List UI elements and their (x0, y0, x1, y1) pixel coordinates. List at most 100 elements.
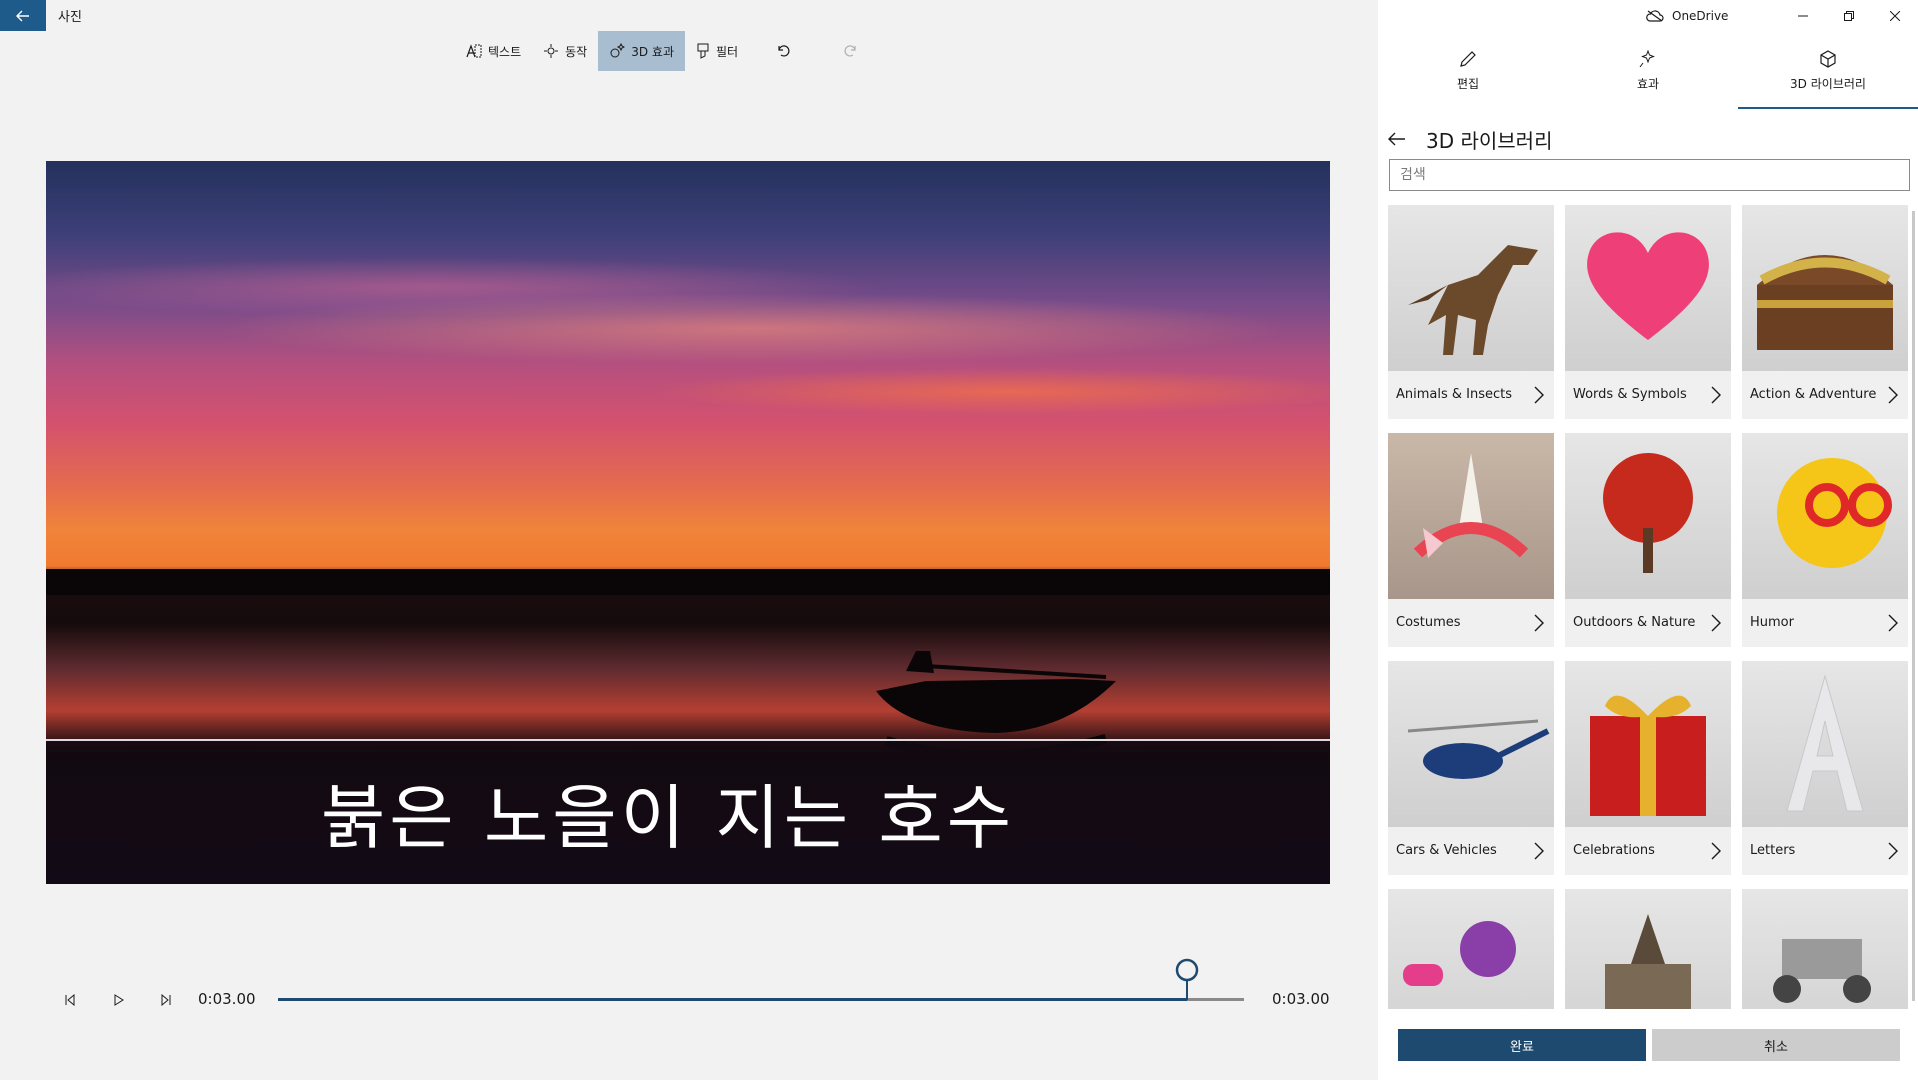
chevron-right-icon (1534, 614, 1544, 632)
category-thumbnail (1565, 889, 1731, 1009)
filter-tool-button[interactable]: 필터 (685, 31, 749, 71)
title-bar-right: OneDrive (1378, 0, 1918, 31)
text-tool-label: 텍스트 (488, 44, 522, 59)
play-button[interactable] (106, 988, 130, 1012)
cloud-off-icon (1646, 9, 1664, 22)
back-arrow-icon[interactable] (1388, 132, 1406, 146)
panel-scrollbar[interactable] (1912, 211, 1915, 1001)
category-card-animals[interactable]: Animals & Insects (1388, 205, 1554, 419)
redo-button[interactable] (817, 31, 885, 71)
text-tool-button[interactable]: 텍스트 (455, 31, 532, 71)
category-thumbnail (1742, 889, 1908, 1009)
tab-edit-label: 편집 (1456, 76, 1480, 91)
category-card-outdoors[interactable]: Outdoors & Nature (1565, 433, 1731, 647)
category-thumbnail (1565, 433, 1731, 599)
category-label: Celebrations (1573, 843, 1655, 858)
chevron-right-icon (1711, 386, 1721, 404)
panel-actions: 완료 취소 (1398, 1029, 1908, 1061)
category-label: Cars & Vehicles (1396, 843, 1497, 858)
filter-icon (697, 43, 709, 59)
done-button[interactable]: 완료 (1398, 1029, 1646, 1061)
category-label: Action & Adventure (1750, 387, 1877, 402)
chevron-right-icon (1888, 614, 1898, 632)
heart-icon (1587, 232, 1709, 340)
category-card-celebrations[interactable]: Celebrations (1565, 661, 1731, 875)
category-card-letters[interactable]: Letters (1742, 661, 1908, 875)
side-panel: 편집 효과 3D 라이브러리 3D 라이브러리 검색 Animals & Ins… (1378, 31, 1918, 1080)
undo-icon (778, 45, 790, 57)
restore-button[interactable] (1826, 0, 1872, 31)
timeline-thumb[interactable] (1175, 958, 1199, 1000)
category-label: Outdoors & Nature (1573, 615, 1696, 630)
onedrive-label: OneDrive (1672, 8, 1729, 23)
step-back-icon (65, 994, 75, 1006)
letter-a-icon (1786, 674, 1864, 812)
chevron-right-icon (1888, 386, 1898, 404)
chevron-right-icon (1534, 842, 1544, 860)
tree-icon (1603, 453, 1693, 573)
helicopter-icon (1407, 719, 1550, 779)
category-card-vehicles[interactable]: Cars & Vehicles (1388, 661, 1554, 875)
search-input[interactable] (1389, 159, 1910, 191)
text-icon (466, 44, 482, 58)
category-card-costumes[interactable]: Costumes (1388, 433, 1554, 647)
play-icon (114, 994, 124, 1006)
timeline-track[interactable] (278, 998, 1244, 1001)
current-time: 0:03.00 (198, 990, 256, 1008)
onedrive-status[interactable]: OneDrive (1646, 0, 1728, 31)
category-thumbnail (1565, 205, 1731, 371)
category-label: Letters (1750, 843, 1796, 858)
video-preview[interactable]: 붉은 노을이 지는 호수 (46, 161, 1330, 884)
category-thumbnail (1565, 661, 1731, 827)
back-button[interactable] (0, 0, 46, 31)
minimize-button[interactable] (1780, 0, 1826, 31)
restore-icon (1844, 10, 1854, 21)
castle-icon (1605, 914, 1691, 1009)
effects3d-tool-button[interactable]: 3D 효과 (598, 31, 685, 71)
dinosaur-icon (1408, 245, 1538, 355)
playback-controls: 0:03.00 0:03.00 (46, 958, 1330, 1030)
category-label: Costumes (1396, 615, 1461, 630)
undo-button[interactable] (749, 31, 817, 71)
tab-effects-label: 효과 (1636, 76, 1660, 91)
chevron-right-icon (1711, 842, 1721, 860)
category-label: Animals & Insects (1396, 387, 1513, 402)
unicorn-headband-icon (1413, 453, 1529, 558)
category-card-humor[interactable]: Humor (1742, 433, 1908, 647)
sky-clouds (46, 161, 1330, 581)
sparkle-3d-icon (610, 43, 626, 58)
category-card-robot[interactable] (1388, 889, 1554, 1009)
tab-effects[interactable]: 효과 (1558, 31, 1738, 109)
category-card-action[interactable]: Action & Adventure (1742, 205, 1908, 419)
previous-frame-button[interactable] (58, 988, 82, 1012)
category-thumbnail (1388, 889, 1554, 1009)
caption-bar[interactable]: 붉은 노을이 지는 호수 (46, 739, 1330, 884)
motion-tool-label: 동작 (565, 44, 588, 59)
tab-edit[interactable]: 편집 (1378, 31, 1558, 109)
rover-icon (1773, 939, 1871, 1003)
category-card-words[interactable]: Words & Symbols (1565, 205, 1731, 419)
treasure-chest-icon (1757, 255, 1893, 350)
app-title: 사진 (58, 10, 82, 25)
motion-icon (544, 44, 559, 58)
title-bar: 사진 (0, 0, 1378, 31)
gift-icon (1590, 695, 1706, 816)
caption-text: 붉은 노을이 지는 호수 (320, 777, 1016, 859)
close-button[interactable] (1872, 0, 1918, 31)
effects3d-tool-label: 3D 효과 (631, 44, 674, 59)
category-card-rover[interactable] (1742, 889, 1908, 1009)
robot-icon (1403, 921, 1516, 986)
close-icon (1890, 10, 1900, 21)
editor-toolbar: 텍스트 동작 3D 효과 필터 (455, 31, 885, 71)
category-thumbnail (1388, 661, 1554, 827)
tab-3d-library-label: 3D 라이브러리 (1790, 76, 1866, 91)
category-card-castle[interactable] (1565, 889, 1731, 1009)
cube-icon (1820, 49, 1836, 68)
cancel-button[interactable]: 취소 (1652, 1029, 1900, 1061)
filter-tool-label: 필터 (716, 44, 739, 59)
next-frame-button[interactable] (154, 988, 178, 1012)
tab-3d-library[interactable]: 3D 라이브러리 (1738, 31, 1918, 109)
motion-tool-button[interactable]: 동작 (532, 31, 598, 71)
category-grid: Animals & Insects Words & Symbols Action… (1388, 205, 1908, 1009)
arrow-left-icon (16, 10, 29, 21)
